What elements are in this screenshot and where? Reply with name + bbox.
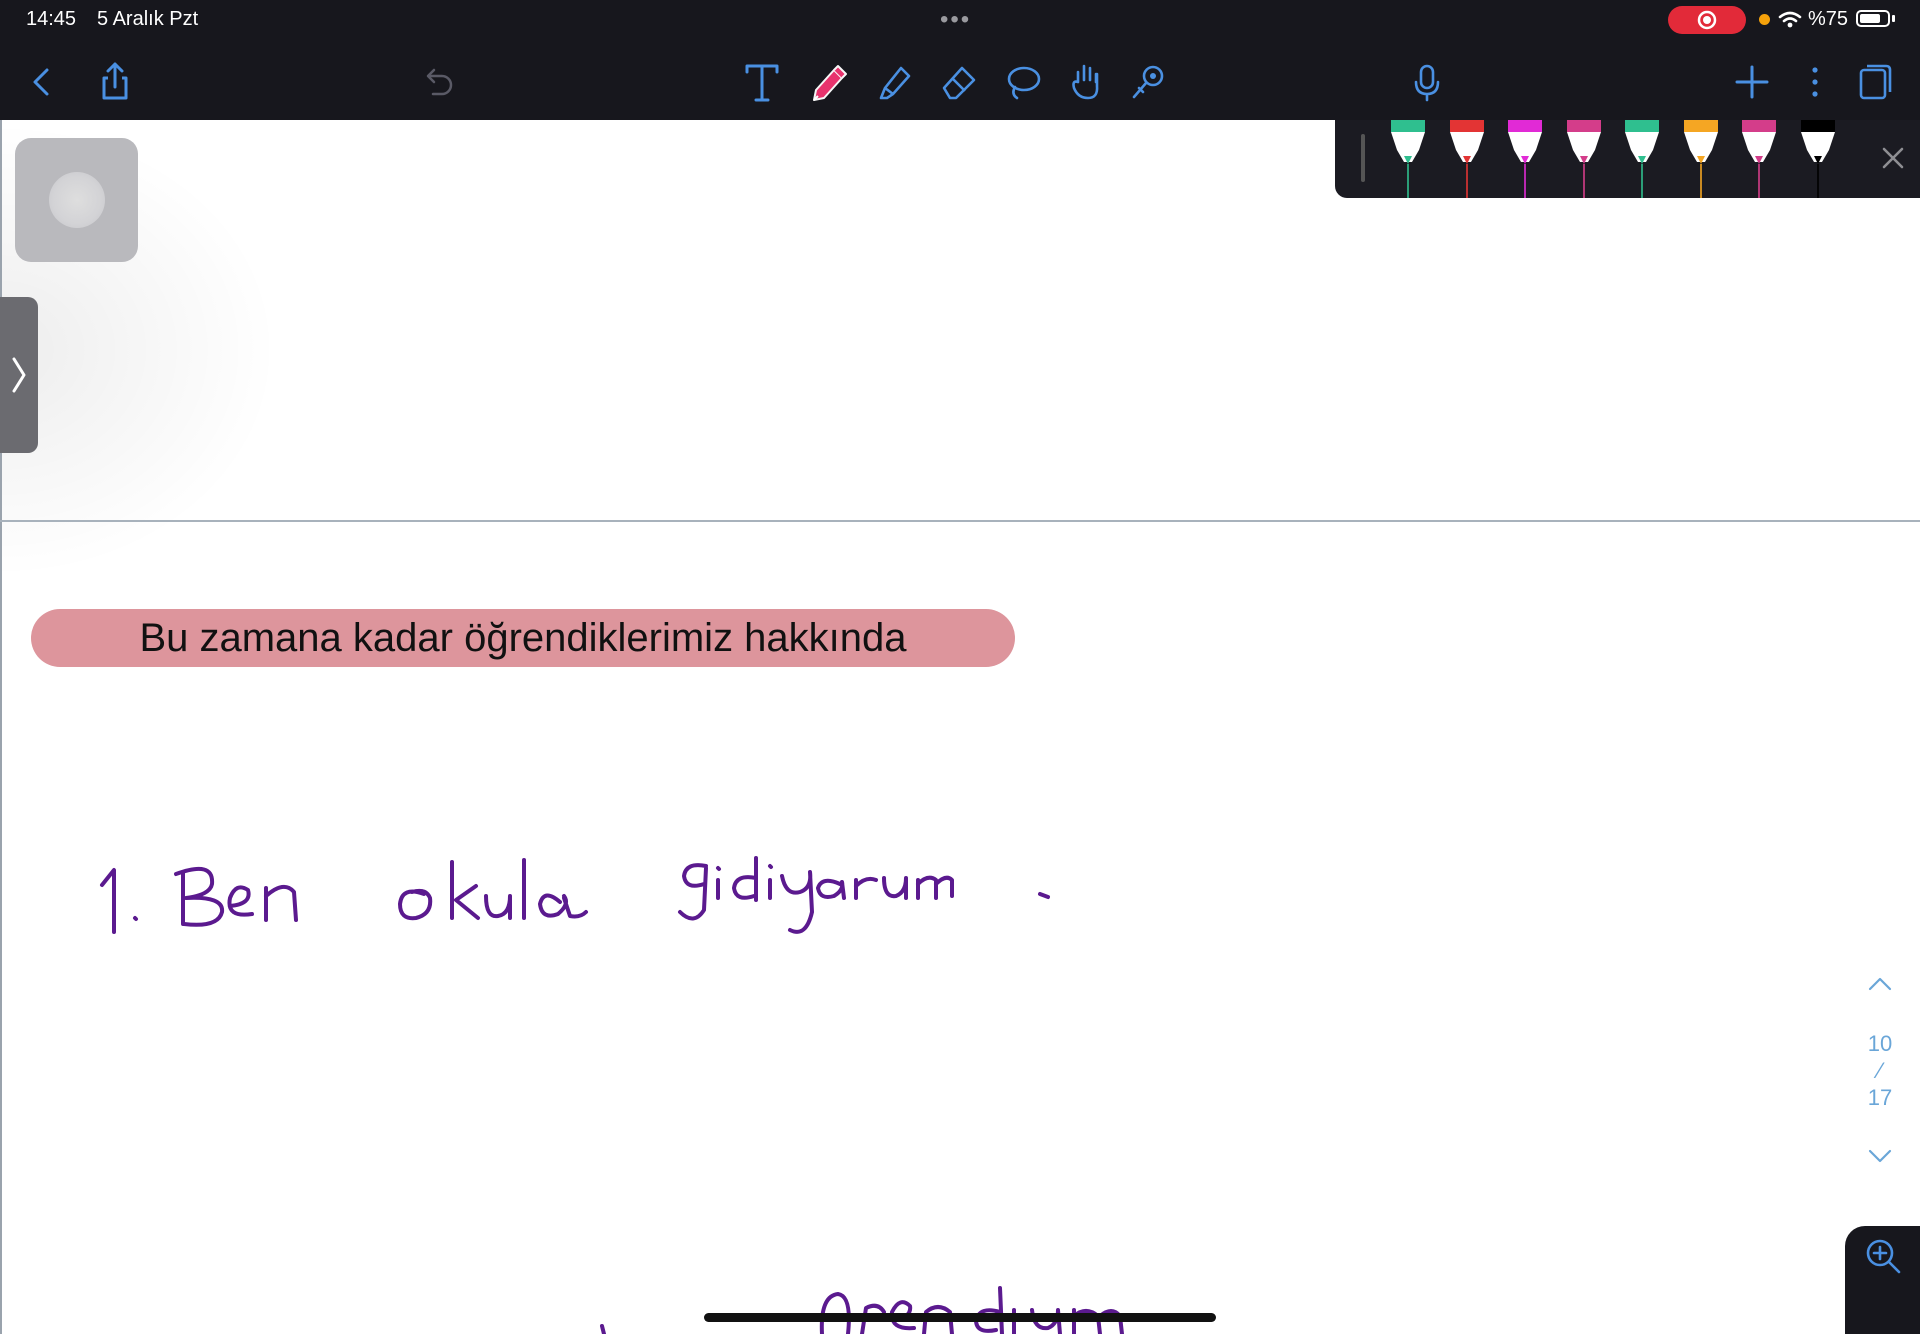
page-navigator: 10 ⁄ 17 — [1860, 975, 1900, 1175]
previous-page-button[interactable] — [1866, 975, 1894, 1001]
handwritten-line-2-partial — [600, 1286, 1124, 1334]
total-pages: 17 — [1867, 1085, 1893, 1110]
next-page-button[interactable] — [1866, 1145, 1894, 1171]
current-page-number: 10 — [1867, 1031, 1893, 1056]
page-separator: ⁄ — [1878, 1058, 1882, 1083]
handwriting-canvas[interactable] — [0, 0, 1920, 1334]
zoom-in-icon — [1866, 1239, 1901, 1274]
home-indicator[interactable] — [704, 1313, 1216, 1322]
handwritten-line-1 — [100, 856, 1050, 934]
chevron-up-icon — [1868, 977, 1892, 991]
chevron-down-icon — [1868, 1149, 1892, 1163]
zoom-button[interactable] — [1845, 1226, 1920, 1334]
